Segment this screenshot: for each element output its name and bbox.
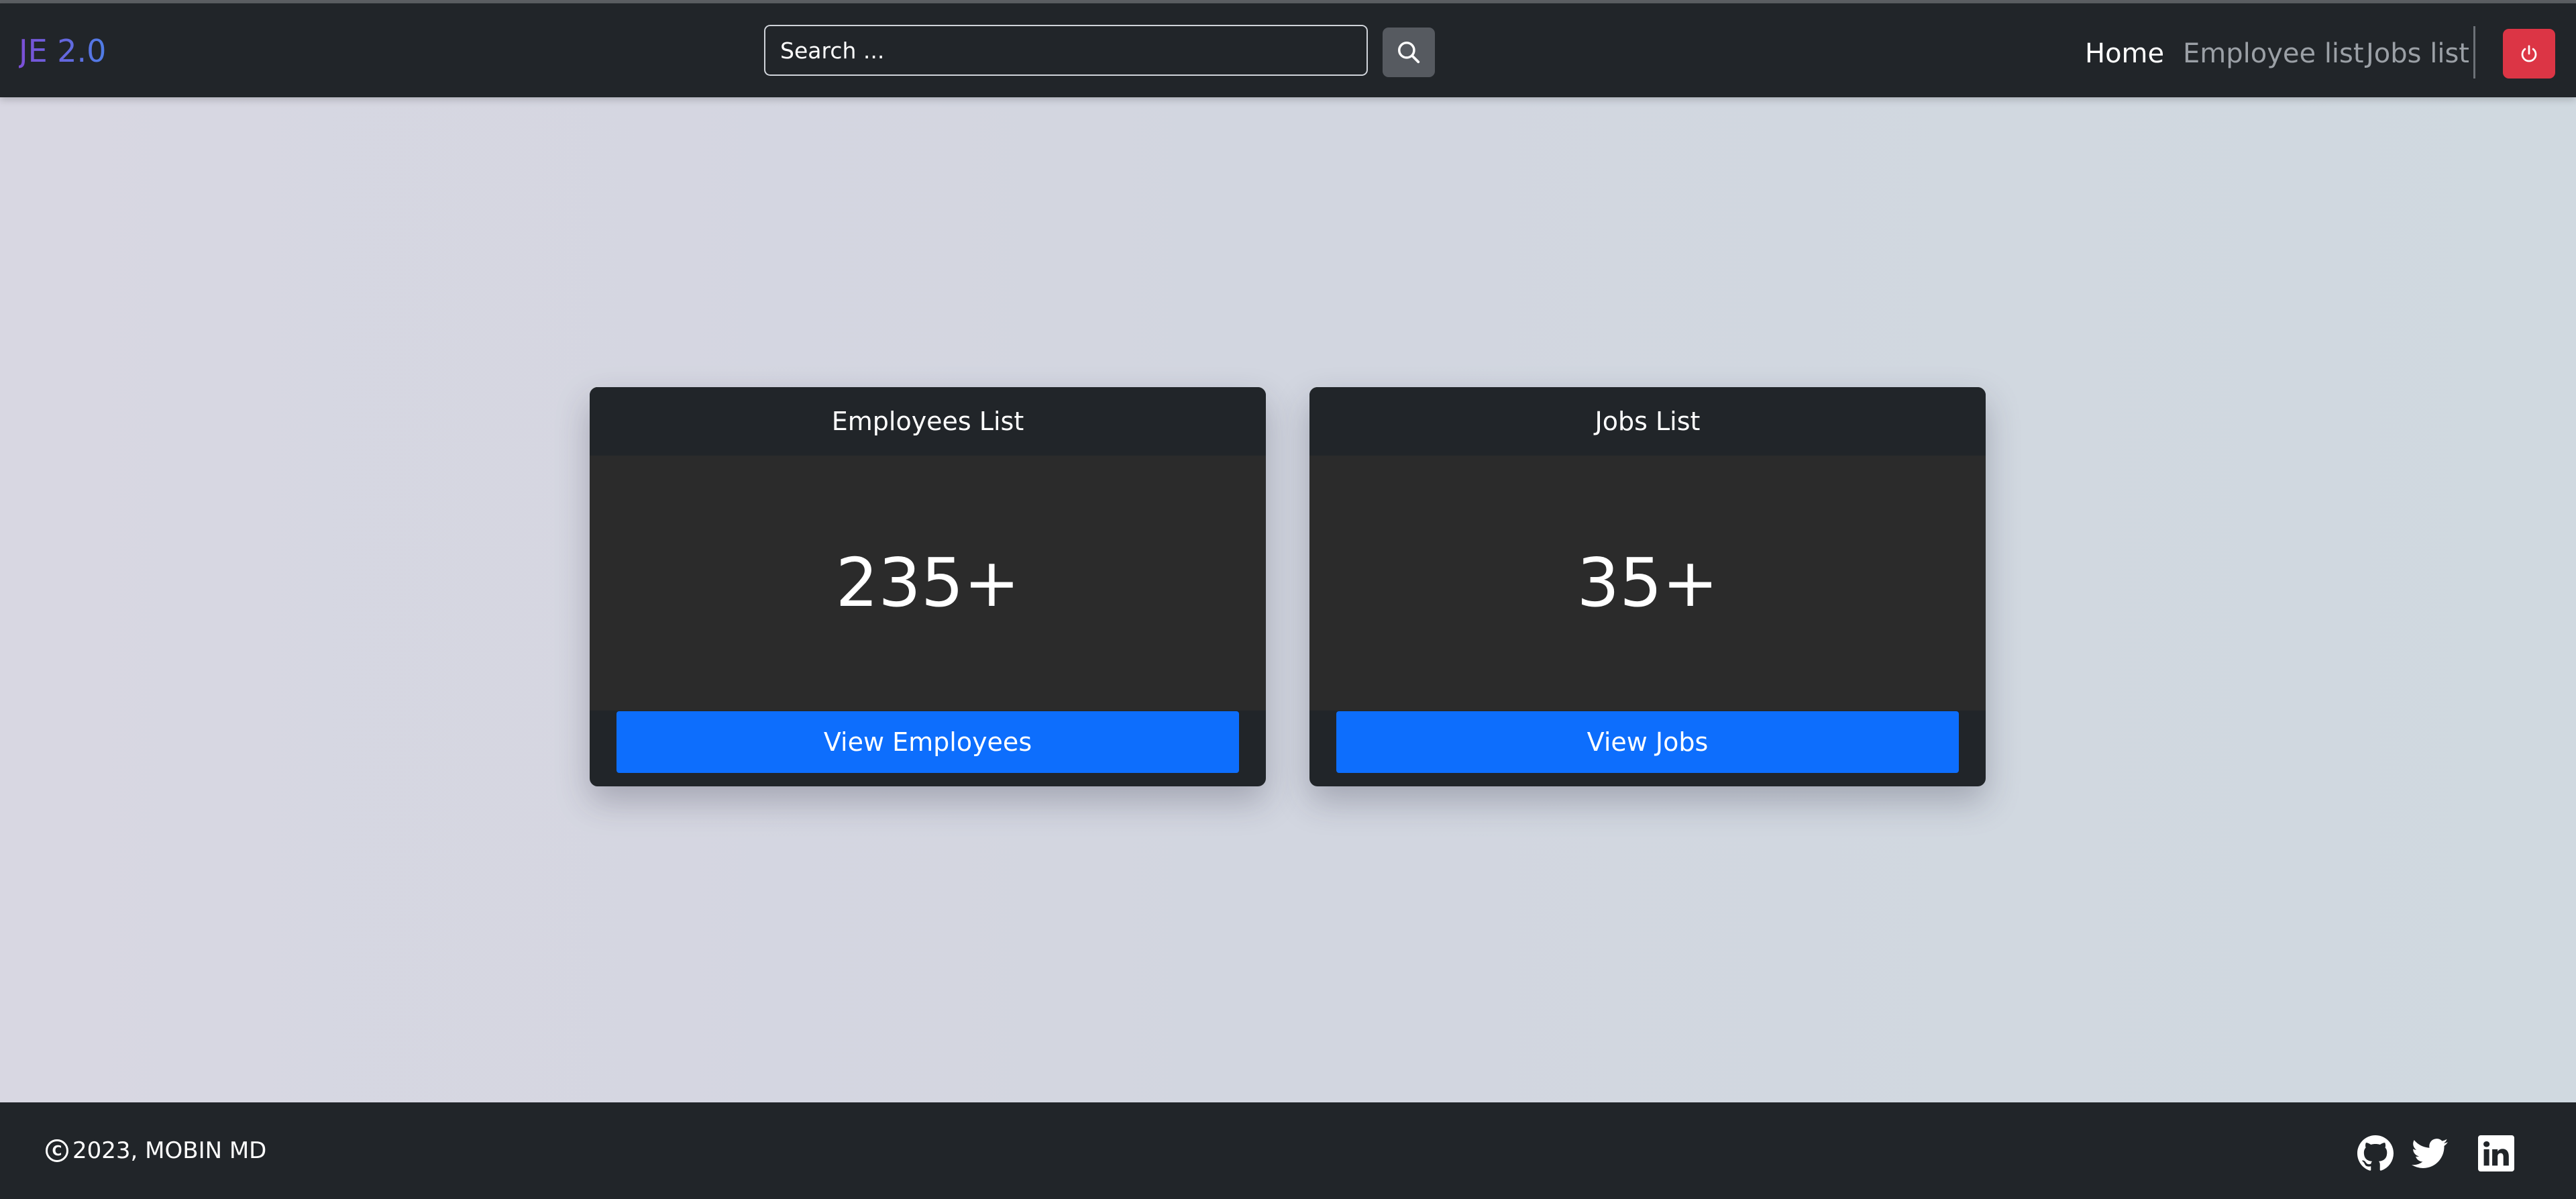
linkedin-link[interactable] (2477, 1135, 2515, 1172)
linkedin-icon (2478, 1135, 2514, 1171)
employee-count: 235+ (590, 456, 1266, 711)
twitter-link[interactable] (2411, 1135, 2449, 1172)
nav-divider (2473, 26, 2475, 79)
brand-logo[interactable]: JE 2.0 (19, 32, 106, 70)
logout-button[interactable] (2503, 29, 2555, 79)
navbar: JE 2.0 Home Employee list Jobs list (0, 3, 2576, 97)
card-title: Employees List (590, 387, 1266, 456)
nav-link-jobs-list[interactable]: Jobs list (2366, 36, 2469, 72)
search-button[interactable] (1383, 28, 1435, 77)
power-icon (2521, 45, 2537, 62)
nav-link-home[interactable]: Home (2085, 36, 2164, 72)
nav-link-employee-list[interactable]: Employee list (2183, 36, 2364, 72)
card-title: Jobs List (1309, 387, 1986, 456)
footer: C 2023, MOBIN MD (0, 1102, 2576, 1199)
view-employees-button[interactable]: View Employees (616, 711, 1239, 773)
github-icon (2357, 1135, 2394, 1171)
employees-card: Employees List 235+ View Employees (590, 387, 1266, 786)
count-value: 235+ (835, 543, 1020, 622)
copyright-icon: C (46, 1139, 68, 1162)
github-link[interactable] (2357, 1135, 2394, 1172)
jobs-card: Jobs List 35+ View Jobs (1309, 387, 1986, 786)
twitter-icon (2412, 1139, 2448, 1168)
view-jobs-button[interactable]: View Jobs (1336, 711, 1959, 773)
copyright: C 2023, MOBIN MD (46, 1136, 266, 1165)
search-input[interactable] (764, 25, 1368, 76)
count-value: 35+ (1576, 543, 1719, 622)
copyright-text: 2023, MOBIN MD (72, 1137, 267, 1164)
job-count: 35+ (1309, 456, 1986, 711)
search-icon (1398, 42, 1420, 64)
